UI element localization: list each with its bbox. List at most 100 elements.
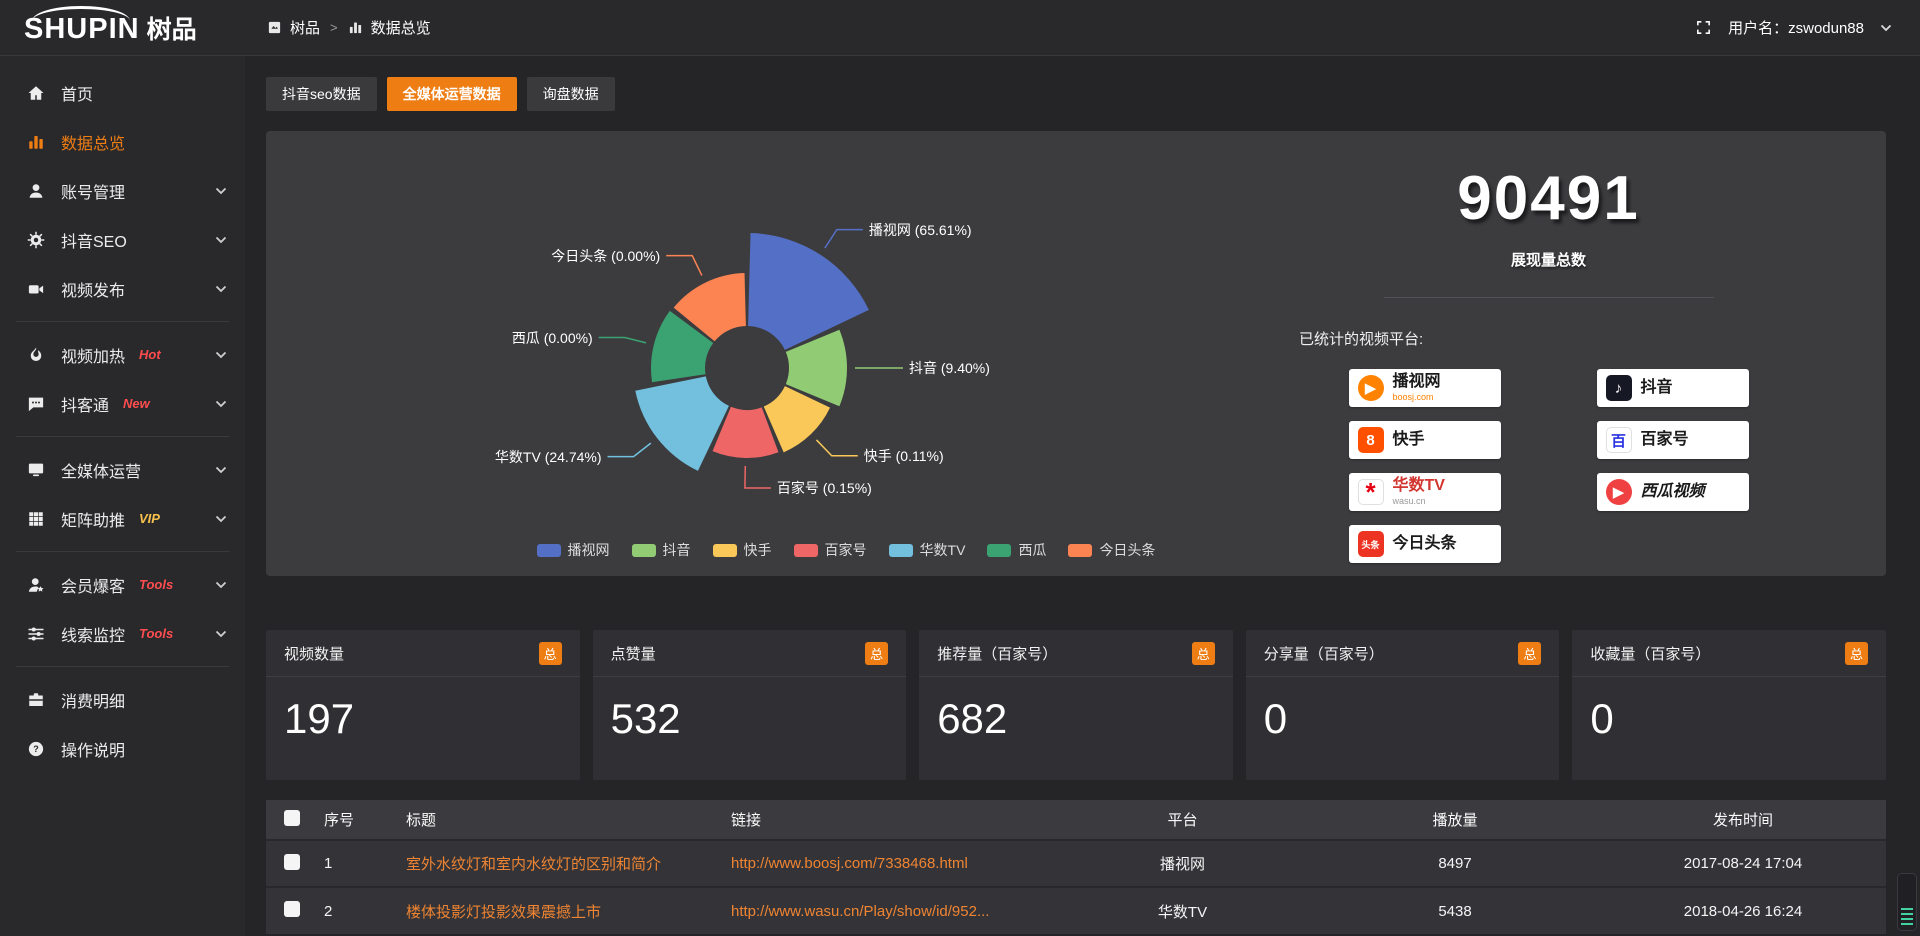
chart-legend: 播视网 抖音 快手 百家号 华数TV 西瓜 今日头条: [506, 540, 1186, 560]
sidebar-item-label: 视频加热: [61, 343, 125, 367]
total-badge[interactable]: 总: [865, 642, 888, 665]
tab-全媒体运营数据[interactable]: 全媒体运营数据: [387, 77, 517, 111]
select-all-cell: [266, 800, 318, 840]
cell-link[interactable]: http://www.wasu.cn/Play/show/id/952...: [725, 887, 1055, 934]
cell-time: 2018-04-26 16:24: [1600, 887, 1886, 934]
app-logo[interactable]: SHUPIN 树品: [0, 10, 245, 46]
legend-label: 快手: [744, 540, 772, 560]
select-all-checkbox[interactable]: [284, 810, 300, 826]
table-header-row: 序号标题链接平台播放量发布时间: [266, 800, 1886, 840]
platform-subtitle: boosj.com: [1393, 393, 1434, 402]
tab-抖音seo数据[interactable]: 抖音seo数据: [266, 77, 377, 111]
sidebar-item-抖客通[interactable]: 抖客通New: [0, 379, 245, 428]
platform-badge-今日头条[interactable]: 头条今日头条: [1349, 525, 1501, 563]
platform-badge-西瓜视频[interactable]: ▶西瓜视频: [1597, 473, 1749, 511]
platform-text: 播视网 boosj.com: [1393, 374, 1441, 402]
video-publish-icon: [26, 279, 46, 299]
legend-label: 百家号: [825, 540, 867, 560]
fullscreen-icon[interactable]: [1695, 19, 1712, 36]
platform-badge-华数TV[interactable]: *华数TVwasu.cn: [1349, 473, 1501, 511]
chevron-down-icon: [215, 466, 227, 474]
sidebar-item-badge: Tools: [139, 577, 173, 592]
column-header-播放量: 播放量: [1310, 800, 1600, 840]
sidebar-item-会员爆客[interactable]: 会员爆客Tools: [0, 560, 245, 609]
total-badge[interactable]: 总: [539, 642, 562, 665]
stat-card-value: 197: [266, 677, 580, 743]
row-checkbox[interactable]: [284, 854, 300, 870]
grid-icon: [26, 509, 46, 529]
pie-label-快手: 快手 (0.11%): [864, 447, 944, 465]
platform-badge-抖音[interactable]: ♪抖音: [1597, 369, 1749, 407]
sidebar-item-badge: New: [123, 396, 150, 411]
chevron-down-icon: [215, 400, 227, 408]
sidebar-item-首页[interactable]: 首页: [0, 68, 245, 117]
pie-slice-播视网[interactable]: [748, 233, 869, 350]
legend-item-抖音[interactable]: 抖音: [632, 540, 691, 560]
summary-divider: [1384, 297, 1714, 298]
platform-text: 西瓜视频: [1641, 484, 1705, 501]
stat-card-label: 推荐量（百家号）: [937, 643, 1057, 664]
sidebar-item-视频加热[interactable]: 视频加热Hot: [0, 330, 245, 379]
platform-badge-百家号[interactable]: 百百家号: [1597, 421, 1749, 459]
floating-widget[interactable]: [1897, 873, 1917, 931]
widget-stripe: [1901, 923, 1913, 925]
main-content: 抖音seo数据全媒体运营数据询盘数据 播视网 (65.61%)抖音 (9.40%…: [266, 56, 1886, 934]
logo-text: SHUPIN: [24, 13, 140, 46]
chevron-down-icon: [215, 515, 227, 523]
total-badge[interactable]: 总: [1518, 642, 1541, 665]
column-header-链接: 链接: [725, 800, 1055, 840]
platform-name: 播视网: [1393, 374, 1441, 391]
sidebar-item-数据总览[interactable]: 数据总览: [0, 117, 245, 166]
sidebar-item-消费明细[interactable]: 消费明细: [0, 675, 245, 724]
sidebar-item-label: 抖音SEO: [61, 228, 127, 252]
cell-link[interactable]: http://www.boosj.com/7338468.html: [725, 840, 1055, 887]
legend-item-快手[interactable]: 快手: [713, 540, 772, 560]
platform-badge-快手[interactable]: 8快手: [1349, 421, 1501, 459]
username-label[interactable]: 用户名：zswodun88: [1728, 17, 1864, 38]
sidebar-item-账号管理[interactable]: 账号管理: [0, 166, 245, 215]
sidebar-item-矩阵助推[interactable]: 矩阵助推VIP: [0, 494, 245, 543]
app-root: SHUPIN 树品 树品 > 数据总览 用户名：zswodun88 首页数据总览…: [0, 0, 1920, 936]
total-badge[interactable]: 总: [1845, 642, 1868, 665]
sidebar-item-全媒体运营[interactable]: 全媒体运营: [0, 445, 245, 494]
stat-card-header: 推荐量（百家号） 总: [919, 630, 1233, 677]
breadcrumb-root[interactable]: 树品: [290, 17, 320, 38]
cell-title[interactable]: 楼体投影灯投影效果震撼上市: [400, 887, 725, 934]
chevron-down-icon: [215, 630, 227, 638]
legend-item-播视网[interactable]: 播视网: [537, 540, 610, 560]
breadcrumb-current: 数据总览: [371, 17, 431, 38]
platform-name: 西瓜视频: [1641, 484, 1705, 501]
legend-label: 华数TV: [920, 540, 966, 560]
legend-item-今日头条[interactable]: 今日头条: [1068, 540, 1155, 560]
pie-label-百家号: 百家号 (0.15%): [777, 479, 872, 497]
legend-swatch: [632, 544, 656, 557]
platform-column: ♪抖音百百家号 ▶西瓜视频: [1597, 369, 1749, 563]
sidebar-item-线索监控[interactable]: 线索监控Tools: [0, 609, 245, 658]
sidebar-item-操作说明[interactable]: ?操作说明: [0, 724, 245, 773]
stat-card-收藏量（百家号）: 收藏量（百家号）总0: [1572, 630, 1886, 780]
platform-name: 华数TV: [1393, 478, 1445, 495]
tab-询盘数据[interactable]: 询盘数据: [527, 77, 615, 111]
heat-icon: [26, 345, 46, 365]
pie-label-line: [745, 466, 771, 488]
row-checkbox[interactable]: [284, 901, 300, 917]
pie-label-line: [608, 443, 651, 457]
platform-grid: ▶播视网boosj.com8快手*华数TVwasu.cn头条今日头条♪抖音百百家…: [1241, 369, 1856, 563]
chevron-down-icon[interactable]: [1880, 24, 1892, 32]
platform-text: 抖音: [1641, 380, 1673, 397]
cell-title[interactable]: 室外水纹灯和室内水纹灯的区别和简介: [400, 840, 725, 887]
legend-item-百家号[interactable]: 百家号: [794, 540, 867, 560]
expense-icon: [26, 690, 46, 710]
pie-label-今日头条: 今日头条 (0.00%): [551, 247, 660, 265]
legend-item-华数TV[interactable]: 华数TV: [889, 540, 966, 560]
platform-text: 百家号: [1641, 432, 1689, 449]
total-badge[interactable]: 总: [1192, 642, 1215, 665]
legend-item-西瓜[interactable]: 西瓜: [987, 540, 1046, 560]
platform-name: 今日头条: [1393, 536, 1457, 553]
pie-slice-华数TV[interactable]: [635, 376, 729, 471]
platform-badge-播视网[interactable]: ▶播视网boosj.com: [1349, 369, 1501, 407]
sidebar-item-抖音SEO[interactable]: 抖音SEO: [0, 215, 245, 264]
sidebar-item-视频发布[interactable]: 视频发布: [0, 264, 245, 313]
widget-stripe: [1901, 913, 1913, 915]
stat-card-value: 532: [593, 677, 907, 743]
